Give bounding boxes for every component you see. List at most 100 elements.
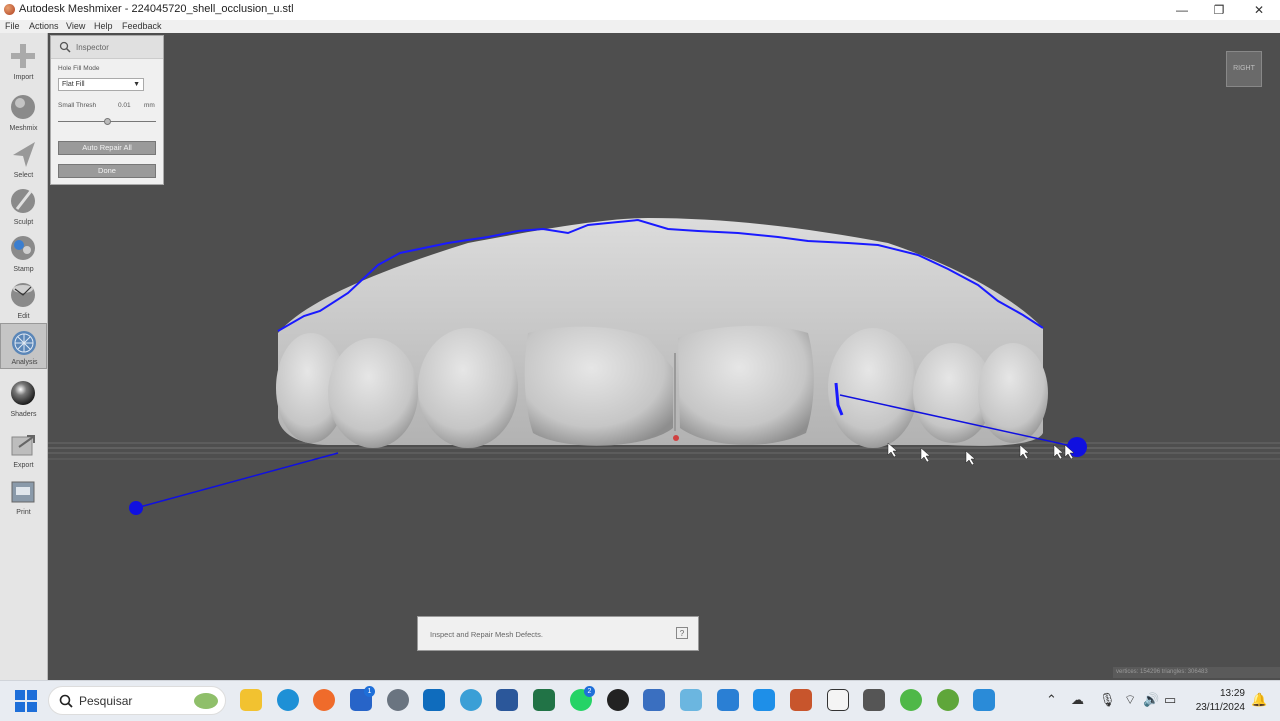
export-icon xyxy=(11,435,35,456)
menu-actions[interactable]: Actions xyxy=(29,20,59,33)
inspector-title: Inspector xyxy=(76,43,109,52)
tool-label: Export xyxy=(13,462,34,469)
print-icon xyxy=(11,481,35,503)
magnifier-icon xyxy=(59,41,71,53)
cursor-marks xyxy=(887,442,1075,466)
menu-view[interactable]: View xyxy=(66,20,85,33)
clock-date[interactable]: 23/11/2024 xyxy=(1188,702,1245,713)
help-button[interactable]: ? xyxy=(676,627,688,639)
small-thresh-unit: mm xyxy=(144,102,155,109)
inspector-panel: Inspector Hole Fill Mode Flat Fill ▼ Sma… xyxy=(50,35,164,185)
defect-indicator-line xyxy=(135,452,339,509)
battery-icon[interactable]: ▭ xyxy=(1164,692,1176,708)
remote-desktop-icon[interactable] xyxy=(680,689,702,711)
minimize-button[interactable]: — xyxy=(1162,0,1202,20)
mesh-stats: vertices: 154296 triangles: 306483 xyxy=(1113,667,1280,678)
view-cube[interactable]: RIGHT xyxy=(1226,51,1262,87)
gallery-icon[interactable] xyxy=(973,689,995,711)
edit-icon xyxy=(11,283,35,307)
medical-app-icon[interactable] xyxy=(753,689,775,711)
clock-time[interactable]: 13:29 xyxy=(1205,688,1245,699)
viewport-scene xyxy=(48,218,1280,515)
tool-label: Meshmix xyxy=(9,125,38,132)
tool-print[interactable]: Print xyxy=(0,472,47,518)
volume-icon[interactable]: 🔊 xyxy=(1143,692,1159,708)
taskbar-search[interactable]: Pesquisar xyxy=(48,686,226,715)
search-placeholder: Pesquisar xyxy=(79,694,133,708)
hole-fill-mode-select[interactable]: Flat Fill ▼ xyxy=(58,78,144,91)
tool-label: Sculpt xyxy=(13,219,34,226)
tool-sidebar: Import Meshmix Select Sculpt Stamp Edit … xyxy=(0,33,48,680)
camera-app-icon[interactable] xyxy=(607,689,629,711)
hole-fill-mode-label: Hole Fill Mode xyxy=(58,65,100,72)
green-app-icon[interactable] xyxy=(937,689,959,711)
whatsapp-badge: 2 xyxy=(584,686,595,697)
edge-browser-icon[interactable] xyxy=(277,689,299,711)
done-button[interactable]: Done xyxy=(58,164,156,178)
tool-sculpt[interactable]: Sculpt xyxy=(0,182,47,228)
small-thresh-label: Small Thresh xyxy=(58,102,97,109)
ground-grid xyxy=(48,442,1280,460)
meshmixer-active-icon[interactable] xyxy=(790,689,812,711)
firefox-icon[interactable] xyxy=(313,689,335,711)
menu-bar: File Actions View Help Feedback xyxy=(0,20,1280,33)
excel-icon[interactable] xyxy=(533,689,555,711)
status-message: Inspect and Repair Mesh Defects. xyxy=(430,630,543,639)
auto-repair-all-button[interactable]: Auto Repair All xyxy=(58,141,156,155)
download-shield-icon[interactable] xyxy=(643,689,665,711)
windows-start-icon[interactable] xyxy=(15,690,37,712)
dental-mesh xyxy=(276,218,1048,448)
small-thresh-value: 0.01 xyxy=(118,102,131,109)
tray-chevron-up-icon[interactable]: ⌃ xyxy=(1046,692,1057,708)
menu-file[interactable]: File xyxy=(5,20,20,33)
meshmix-icon xyxy=(11,95,35,119)
stamp-icon xyxy=(11,236,35,260)
select-arrow-icon xyxy=(13,142,35,167)
tool-export[interactable]: Export xyxy=(0,425,47,471)
word-icon[interactable] xyxy=(496,689,518,711)
clapper-icon[interactable] xyxy=(863,689,885,711)
outlook-icon[interactable] xyxy=(423,689,445,711)
tool-label: Print xyxy=(16,509,31,516)
tool-label: Stamp xyxy=(13,266,34,273)
window-title: Autodesk Meshmixer - 224045720_shell_occ… xyxy=(19,3,294,15)
small-thresh-slider-thumb[interactable] xyxy=(103,118,111,125)
tool-select[interactable]: Select xyxy=(0,135,47,181)
meshmixer-app-icon xyxy=(4,4,15,15)
store-badge: 1 xyxy=(364,686,375,697)
notepad-icon[interactable] xyxy=(717,689,739,711)
file-explorer-icon[interactable] xyxy=(240,689,262,711)
sculpt-brush-icon xyxy=(11,189,35,213)
menu-help[interactable]: Help xyxy=(94,20,113,33)
search-icon xyxy=(59,694,73,708)
onedrive-cloud-icon[interactable]: ☁ xyxy=(1071,692,1084,708)
tool-shaders[interactable]: Shaders xyxy=(0,374,47,420)
cloud-app-icon[interactable] xyxy=(900,689,922,711)
dental-app-icon[interactable] xyxy=(827,689,849,711)
inspector-header: Inspector xyxy=(51,36,163,59)
tool-import[interactable]: Import xyxy=(0,37,47,83)
microphone-icon[interactable]: 🎙 xyxy=(1099,692,1116,708)
restore-button[interactable]: ❐ xyxy=(1199,0,1239,20)
tool-edit[interactable]: Edit xyxy=(0,276,47,322)
tool-label: Import xyxy=(13,74,34,81)
title-bar: Autodesk Meshmixer - 224045720_shell_occ… xyxy=(0,0,1280,20)
tool-label: Shaders xyxy=(10,411,37,418)
tool-stamp[interactable]: Stamp xyxy=(0,229,47,275)
tool-meshmix[interactable]: Meshmix xyxy=(0,88,47,134)
3d-viewport[interactable]: RIGHT xyxy=(48,33,1280,680)
notification-bell-icon[interactable]: 🔔 xyxy=(1251,692,1267,708)
tool-label: Edit xyxy=(17,313,30,320)
menu-feedback[interactable]: Feedback xyxy=(122,20,162,33)
analysis-icon xyxy=(12,331,36,355)
status-message-box: Inspect and Repair Mesh Defects. ? xyxy=(417,616,699,651)
meshmixer-taskbar-icon[interactable] xyxy=(460,689,482,711)
taskbar: Pesquisar 1 2 ⌃ ☁ 🎙 ⌔ 🔊 ▭ 13:29 23/11/20… xyxy=(0,680,1280,721)
defect-marker[interactable] xyxy=(129,501,143,515)
hole-fill-mode-value: Flat Fill xyxy=(62,81,85,88)
tool-label: Select xyxy=(13,172,34,179)
wifi-icon[interactable]: ⌔ xyxy=(1124,692,1136,708)
settings-gear-icon[interactable] xyxy=(387,689,409,711)
tool-analysis[interactable]: Analysis xyxy=(0,323,47,369)
close-button[interactable]: ✕ xyxy=(1239,0,1279,20)
